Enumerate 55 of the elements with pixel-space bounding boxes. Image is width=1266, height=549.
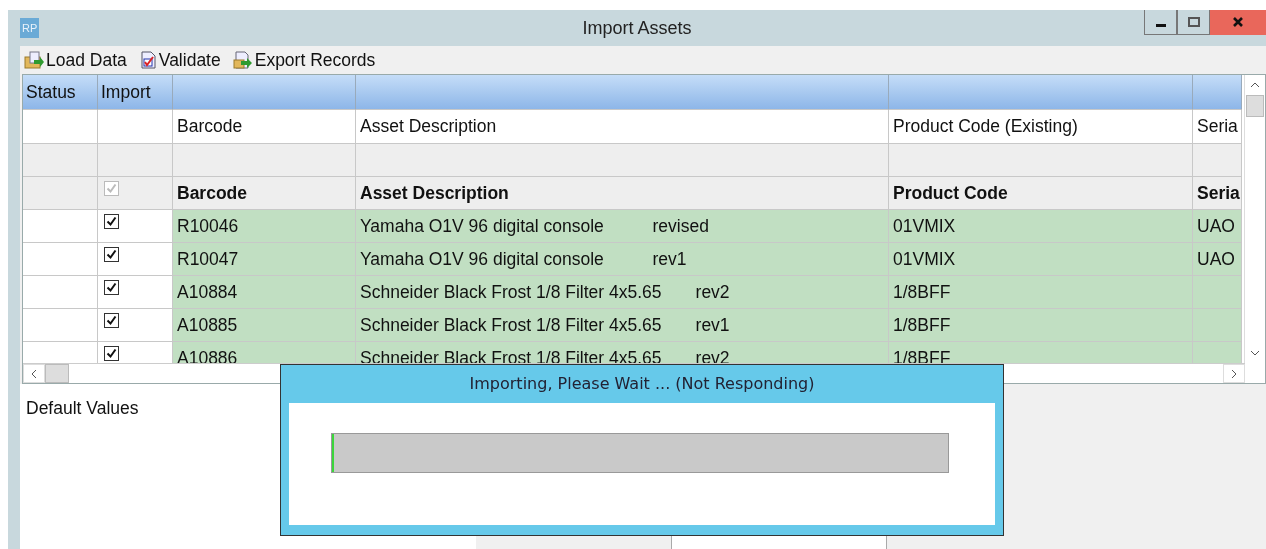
field-header: Asset Description	[356, 177, 889, 210]
import-checkbox[interactable]	[104, 312, 119, 328]
column-header[interactable]: Import	[98, 75, 173, 110]
column-header[interactable]: Status	[23, 75, 98, 110]
mapping-cell: Product Code (Existing)	[889, 110, 1193, 144]
table-cell: R10047	[173, 243, 356, 276]
import-checkbox[interactable]	[104, 213, 119, 229]
table-cell: 1/8BFF	[889, 276, 1193, 309]
panel-title: Default Values	[26, 398, 139, 418]
table-cell: 01VMIX	[889, 210, 1193, 243]
table-cell: A10886	[173, 342, 356, 363]
table-cell: Schneider Black Frost 1/8 Filter 4x5.65 rev2	[356, 342, 889, 363]
minimize-button[interactable]	[1144, 10, 1177, 35]
minimize-icon	[1155, 23, 1166, 27]
table-cell: Schneider Black Frost 1/8 Filter 4x5.65 rev2	[356, 276, 889, 309]
mapping-cell: Seria	[1193, 110, 1242, 144]
scroll-up-icon	[1250, 82, 1260, 88]
maximize-icon	[1186, 15, 1201, 29]
field-header: Product Code	[889, 177, 1193, 210]
toolbar-button[interactable]: Export Records	[230, 49, 378, 71]
scroll-left-icon	[31, 368, 37, 379]
table-cell: 01VMIX	[889, 243, 1193, 276]
table-cell: Yamaha O1V 96 digital console revised	[356, 210, 889, 243]
scroll-right-icon	[1231, 368, 1237, 379]
mapping-cell: Asset Description	[356, 110, 889, 144]
table-cell: A10884	[173, 276, 356, 309]
scroll-thumb[interactable]	[1246, 95, 1264, 117]
import-checkbox[interactable]	[104, 345, 119, 361]
vertical-scrollbar[interactable]	[1244, 75, 1265, 363]
table-cell: 1/8BFF	[889, 309, 1193, 342]
table-cell: A10885	[173, 309, 356, 342]
table-cell: UAO	[1193, 243, 1242, 276]
app-badge: RP	[20, 18, 40, 38]
toolbar-button[interactable]: Load Data	[22, 49, 129, 71]
import-checkbox[interactable]	[104, 279, 119, 295]
table-cell: Schneider Black Frost 1/8 Filter 4x5.65 rev1	[356, 309, 889, 342]
document-arrow-icon	[232, 51, 253, 69]
table-cell: R10046	[173, 210, 356, 243]
document-check-icon	[138, 51, 157, 69]
dialog-title: Importing, Please Wait ... (Not Responding)	[469, 373, 815, 395]
toolbar-button[interactable]: Validate	[136, 49, 223, 71]
field-header: Barcode	[173, 177, 356, 210]
table-cell: Yamaha O1V 96 digital console rev1	[356, 243, 889, 276]
close-icon	[1231, 15, 1245, 29]
maximize-button[interactable]	[1177, 10, 1210, 35]
window-title: Import Assets	[582, 17, 692, 39]
folder-arrow-icon	[24, 51, 44, 69]
close-button[interactable]	[1210, 10, 1266, 35]
table-cell: 1/8BFF	[889, 342, 1193, 363]
scroll-thumb[interactable]	[45, 364, 69, 383]
scroll-down-icon	[1250, 350, 1260, 356]
field-header: Seria	[1193, 177, 1242, 210]
import-checkbox[interactable]	[104, 246, 119, 262]
table-cell: UAO	[1193, 210, 1242, 243]
mapping-cell: Barcode	[173, 110, 356, 144]
